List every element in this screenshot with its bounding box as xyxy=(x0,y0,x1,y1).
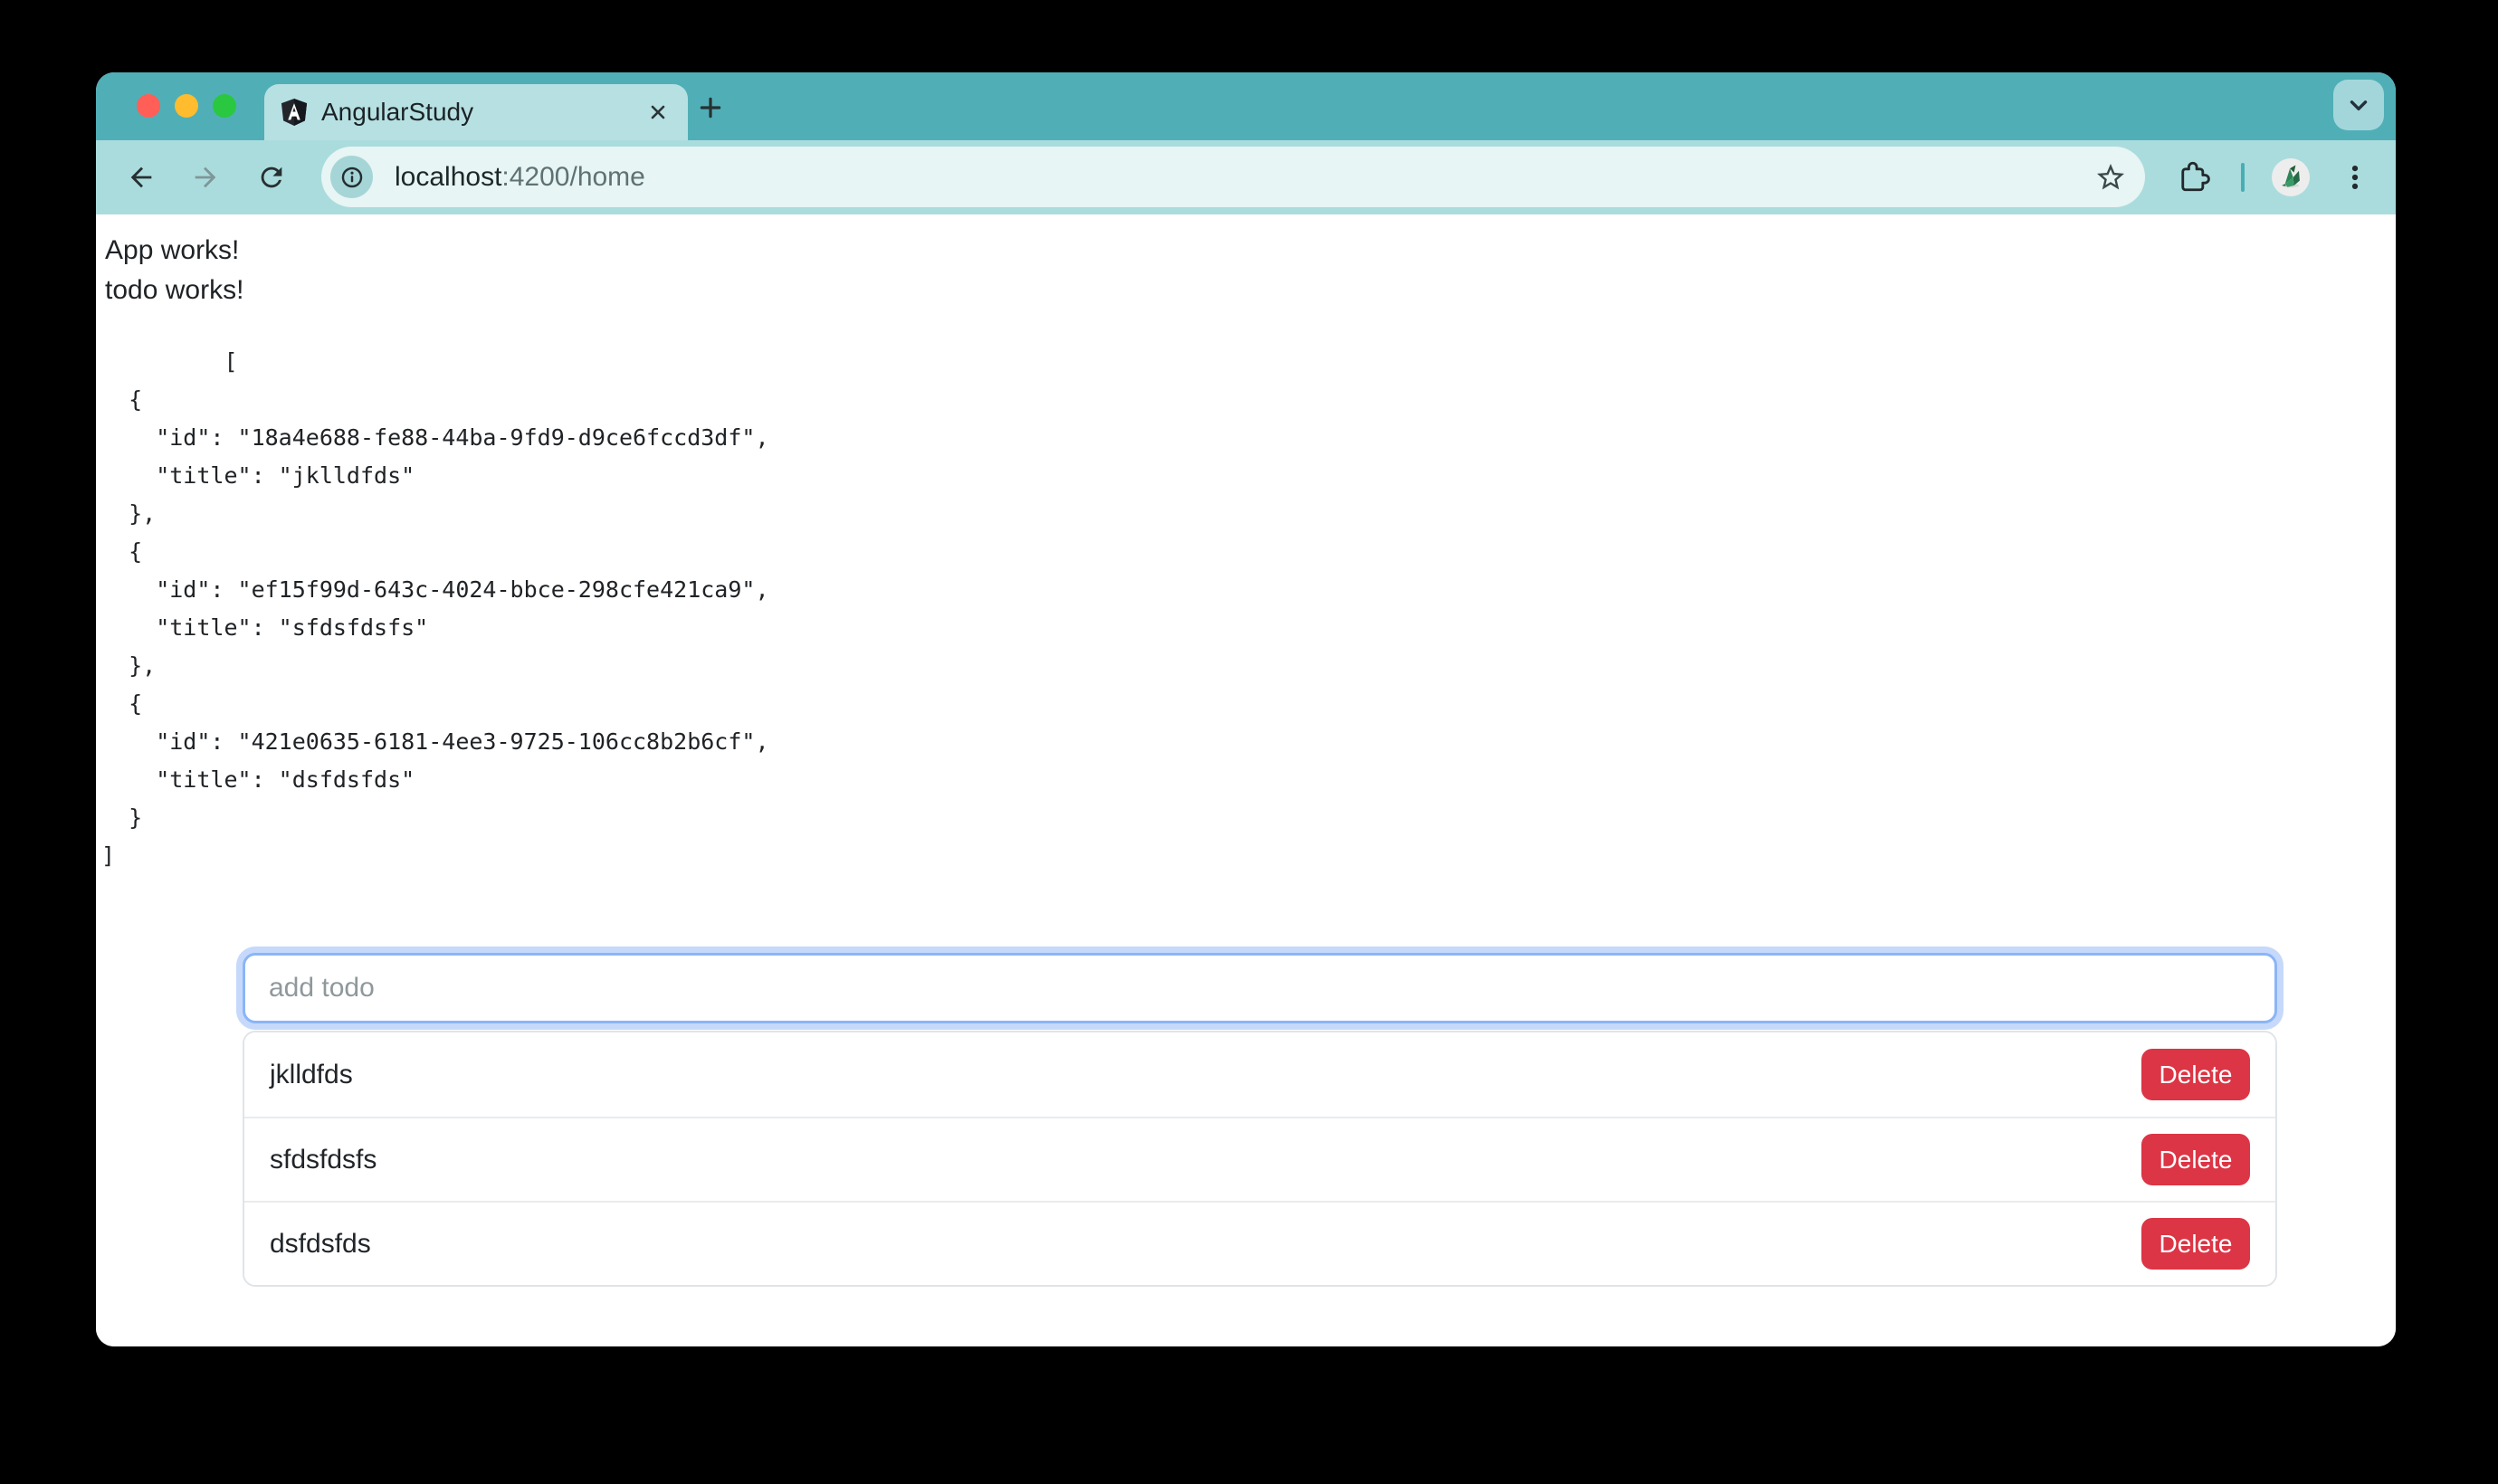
new-tab-button[interactable] xyxy=(686,83,735,132)
todo-works-text: todo works! xyxy=(105,271,2396,310)
intro-text: App works! todo works! xyxy=(96,214,2396,310)
tab-search-button[interactable] xyxy=(2333,80,2384,130)
app-works-text: App works! xyxy=(105,231,2396,271)
browser-toolbar: localhost:4200/home xyxy=(96,140,2396,214)
window-close-button[interactable] xyxy=(137,94,160,118)
tab-close-icon[interactable] xyxy=(641,95,675,129)
delete-button[interactable]: Delete xyxy=(2141,1134,2250,1185)
page-content: App works! todo works! [ { "id": "18a4e6… xyxy=(96,214,2396,1346)
three-dot-menu-icon[interactable] xyxy=(2335,157,2375,197)
toolbar-divider xyxy=(2241,163,2245,192)
desktop-background: { "window": { "tab": { "title": "Angular… xyxy=(0,0,2498,1484)
forward-button[interactable] xyxy=(186,157,225,197)
todo-title: jklldfds xyxy=(270,1060,353,1090)
tab-strip: AngularStudy xyxy=(96,72,2396,140)
browser-window: AngularStudy xyxy=(96,72,2396,1346)
todo-row: jklldfds Delete xyxy=(244,1032,2275,1117)
todo-title: sfdsfdsfs xyxy=(270,1145,377,1175)
delete-button[interactable]: Delete xyxy=(2141,1049,2250,1100)
address-bar[interactable]: localhost:4200/home xyxy=(321,147,2145,207)
info-icon xyxy=(339,165,365,190)
url-text[interactable]: localhost:4200/home xyxy=(395,162,645,193)
url-path: :4200/home xyxy=(501,162,644,192)
back-button[interactable] xyxy=(121,157,161,197)
add-todo-input[interactable] xyxy=(243,953,2277,1023)
todo-title: dsfdsfds xyxy=(270,1229,371,1260)
profile-avatar[interactable] xyxy=(2272,158,2310,196)
origami-dragon-image xyxy=(2274,161,2307,194)
site-info-button[interactable] xyxy=(330,156,373,198)
reload-icon xyxy=(256,162,287,193)
delete-button[interactable]: Delete xyxy=(2141,1218,2250,1270)
arrow-right-icon xyxy=(190,162,221,193)
window-zoom-button[interactable] xyxy=(213,94,236,118)
window-minimize-button[interactable] xyxy=(175,94,198,118)
url-host: localhost xyxy=(395,162,501,192)
todo-list: jklldfds Delete sfdsfdsfs Delete dsfdsfd… xyxy=(243,1031,2277,1287)
extensions-puzzle-icon[interactable] xyxy=(2173,157,2213,197)
tab-title: AngularStudy xyxy=(321,98,641,127)
arrow-left-icon xyxy=(126,162,157,193)
todo-row: dsfdsfds Delete xyxy=(244,1201,2275,1285)
chevron-down-icon xyxy=(2345,91,2372,119)
angular-shield-icon xyxy=(281,98,308,127)
todos-json-output: [ { "id": "18a4e688-fe88-44ba-9fd9-d9ce6… xyxy=(101,343,2396,875)
bookmark-star-icon[interactable] xyxy=(2091,157,2131,197)
todo-widget: jklldfds Delete sfdsfdsfs Delete dsfdsfd… xyxy=(243,953,2277,1287)
todo-row: sfdsfdsfs Delete xyxy=(244,1117,2275,1201)
reload-button[interactable] xyxy=(252,157,291,197)
browser-tab[interactable]: AngularStudy xyxy=(264,84,688,140)
